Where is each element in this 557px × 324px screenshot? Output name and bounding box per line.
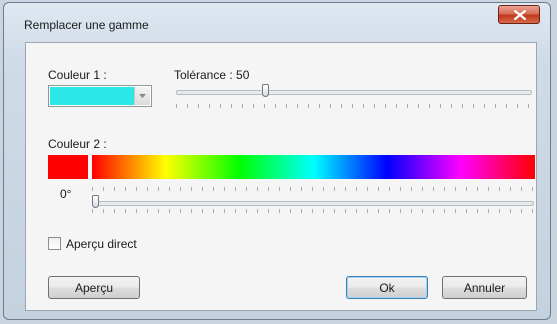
preview-direct-checkbox[interactable] xyxy=(48,237,61,250)
hue-value-label: 0° xyxy=(60,187,72,201)
tolerance-slider-track[interactable] xyxy=(176,90,532,95)
color2-swatch xyxy=(48,155,88,179)
preview-direct-label[interactable]: Aperçu direct xyxy=(66,237,137,251)
color1-picker[interactable] xyxy=(48,85,152,107)
close-button[interactable] xyxy=(498,5,540,24)
color1-swatch xyxy=(50,87,135,105)
ok-button[interactable]: Ok xyxy=(346,276,428,299)
preview-button[interactable]: Aperçu xyxy=(48,276,140,299)
window-title: Remplacer une gamme xyxy=(24,18,149,32)
dialog-window: Remplacer une gamme Couleur 1 : Toléranc… xyxy=(3,2,551,320)
tolerance-slider-thumb[interactable] xyxy=(262,84,269,97)
dialog-content: Couleur 1 : Tolérance : 50 Couleur 2 : 0… xyxy=(25,42,537,311)
close-icon xyxy=(514,10,526,20)
tolerance-slider-ticks xyxy=(176,104,531,108)
title-bar[interactable]: Remplacer une gamme xyxy=(4,3,550,37)
color1-label: Couleur 1 : xyxy=(48,68,107,82)
cancel-button[interactable]: Annuler xyxy=(442,276,527,299)
hue-slider-thumb[interactable] xyxy=(92,195,99,208)
color1-dropdown-button[interactable] xyxy=(134,87,150,105)
hue-slider-ticks-top xyxy=(92,187,534,191)
color2-label: Couleur 2 : xyxy=(48,137,107,151)
hue-slider-track[interactable] xyxy=(92,201,534,206)
chevron-down-icon xyxy=(139,94,146,98)
hue-slider-ticks-bottom xyxy=(92,209,534,213)
hue-spectrum[interactable] xyxy=(92,155,535,179)
tolerance-label: Tolérance : 50 xyxy=(174,68,250,82)
